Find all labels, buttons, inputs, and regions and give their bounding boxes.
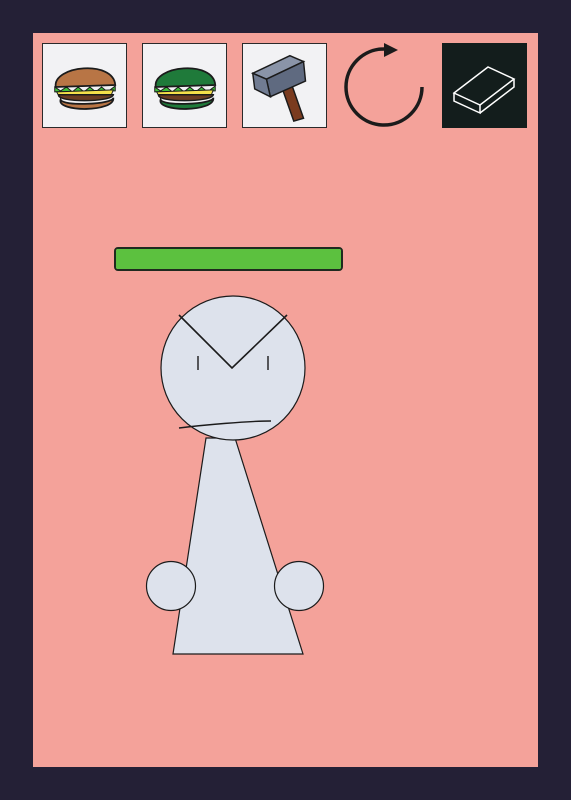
character-body[interactable] bbox=[172, 437, 304, 655]
game-stage bbox=[33, 33, 538, 767]
ragdoll-character[interactable] bbox=[33, 33, 538, 767]
character-right-hand[interactable] bbox=[273, 560, 325, 612]
game-frame bbox=[0, 0, 571, 800]
character-left-hand[interactable] bbox=[145, 560, 197, 612]
